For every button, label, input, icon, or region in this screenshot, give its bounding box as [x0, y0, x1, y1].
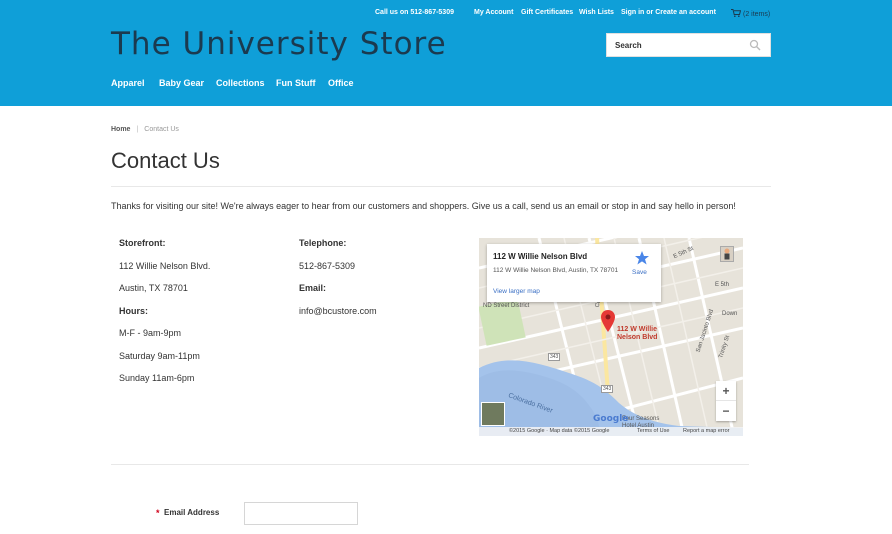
map-terms-link[interactable]: Terms of Use: [637, 428, 669, 434]
zoom-control: + −: [716, 381, 736, 421]
divider: [111, 186, 771, 187]
hours-label: Hours:: [119, 306, 148, 316]
map-street-label: ND Street District: [483, 303, 530, 309]
top-bar: Call us on 512-867-5309 My Account Gift …: [0, 9, 892, 19]
google-map[interactable]: E 5th St E 5th San Jacinto Blvd Trinity …: [479, 238, 743, 436]
highway-shield: 343: [548, 353, 561, 361]
gift-certificates-link[interactable]: Gift Certificates: [521, 9, 573, 16]
pin-label-line1: 112 W Willie: [617, 326, 658, 333]
breadcrumb: Home | Contact Us: [111, 126, 179, 133]
hours-weekday: M-F - 9am-9pm: [119, 328, 182, 338]
star-icon[interactable]: [634, 250, 650, 266]
email-address-field[interactable]: [244, 502, 358, 525]
nav-item-office[interactable]: Office: [328, 78, 354, 88]
wish-lists-link[interactable]: Wish Lists: [579, 9, 614, 16]
nav-item-fun-stuff[interactable]: Fun Stuff: [276, 78, 316, 88]
map-footer: ©2015 Google · Map data ©2015 Google Ter…: [479, 427, 743, 436]
page-title: Contact Us: [111, 148, 220, 173]
nav-item-apparel[interactable]: Apparel: [111, 78, 145, 88]
sign-in-link[interactable]: Sign in or Create an account: [621, 9, 716, 16]
breadcrumb-home[interactable]: Home: [111, 126, 130, 133]
map-pin-icon[interactable]: [601, 310, 615, 332]
my-account-link[interactable]: My Account: [474, 9, 513, 16]
email-address-label: Email Address: [164, 508, 220, 517]
map-street-label: Down: [722, 311, 738, 317]
telephone-value[interactable]: 512-867-5309: [299, 261, 355, 271]
google-logo: Google: [593, 414, 629, 424]
search-box: [606, 33, 771, 57]
call-us-text: Call us on 512-867-5309: [375, 9, 454, 16]
store-logo-title[interactable]: The University Store: [111, 26, 447, 62]
hours-saturday: Saturday 9am-11pm: [119, 351, 200, 361]
search-icon[interactable]: [749, 39, 761, 51]
site-header: Call us on 512-867-5309 My Account Gift …: [0, 0, 892, 106]
satellite-toggle-thumbnail[interactable]: [481, 402, 505, 426]
hours-sunday: Sunday 11am-6pm: [119, 373, 195, 383]
pin-label-line2: Nelson Blvd: [617, 334, 658, 341]
map-report-error-link[interactable]: Report a map error: [683, 428, 729, 434]
map-place-name: 112 W Willie Nelson Blvd: [493, 252, 588, 261]
required-marker: *: [156, 508, 160, 518]
highway-shield: 343: [601, 385, 614, 393]
divider: [111, 464, 749, 465]
breadcrumb-separator: |: [136, 126, 139, 133]
address-line1: 112 Willie Nelson Blvd.: [119, 261, 211, 271]
street-view-pegman-icon[interactable]: [720, 246, 734, 262]
view-larger-map-link[interactable]: View larger map: [493, 288, 540, 295]
nav-item-baby-gear[interactable]: Baby Gear: [159, 78, 204, 88]
map-copyright: ©2015 Google · Map data ©2015 Google: [509, 428, 610, 434]
address-line2: Austin, TX 78701: [119, 283, 188, 293]
cart-icon: [731, 9, 741, 17]
map-street-label: E 5th: [715, 282, 730, 288]
zoom-in-button[interactable]: +: [716, 381, 736, 401]
save-button[interactable]: Save: [632, 269, 647, 276]
cart-link[interactable]: (2 items): [731, 9, 770, 18]
intro-text: Thanks for visiting our site! We're alwa…: [111, 201, 736, 211]
breadcrumb-current: Contact Us: [144, 126, 179, 133]
telephone-label: Telephone:: [299, 238, 347, 248]
zoom-out-button[interactable]: −: [716, 401, 736, 421]
cart-count: (2 items): [743, 11, 771, 18]
map-pin-label: 112 W Willie Nelson Blvd: [617, 326, 657, 342]
map-place-address: 112 W Willie Nelson Blvd, Austin, TX 787…: [493, 267, 619, 274]
nav-item-collections[interactable]: Collections: [216, 78, 265, 88]
map-info-card: 112 W Willie Nelson Blvd 112 W Willie Ne…: [487, 244, 661, 302]
storefront-label: Storefront:: [119, 238, 166, 248]
email-value[interactable]: info@bcustore.com: [299, 306, 377, 316]
email-label: Email:: [299, 283, 327, 293]
search-input[interactable]: [607, 34, 747, 56]
